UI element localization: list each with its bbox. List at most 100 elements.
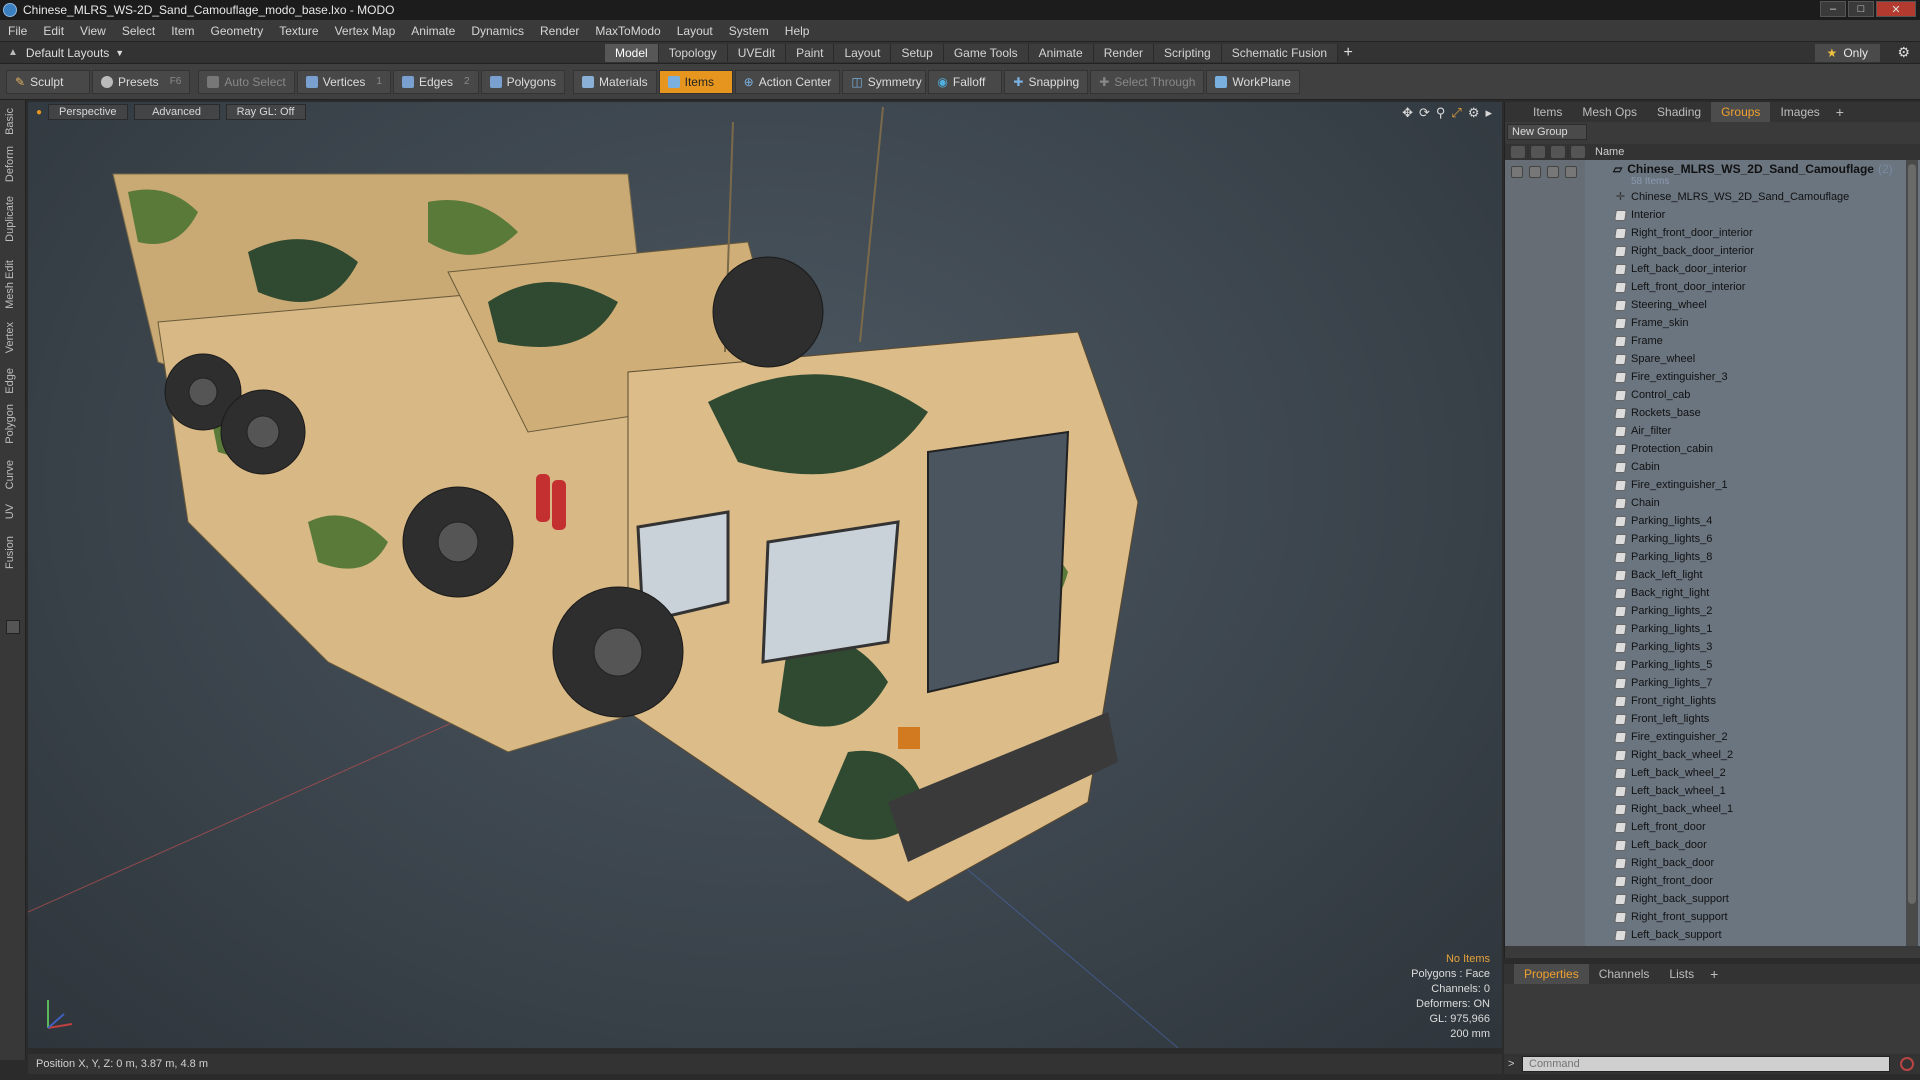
viewport-menu-dot[interactable]: ● <box>36 107 42 118</box>
name-column-header[interactable]: Name <box>1595 146 1624 158</box>
tree-item[interactable]: Interior <box>1585 206 1902 224</box>
presets-button[interactable]: Presets F6 <box>92 69 191 94</box>
left-tab-vertex[interactable]: Vertex <box>4 322 16 353</box>
view-type-button[interactable]: Perspective <box>48 104 128 120</box>
tab-shading[interactable]: Shading <box>1647 102 1711 122</box>
menu-layout[interactable]: Layout <box>669 24 721 38</box>
tree-item[interactable]: Right_back_support <box>1585 890 1902 908</box>
tree-item[interactable]: Right_back_wheel_2 <box>1585 746 1902 764</box>
shading-mode-button[interactable]: Advanced <box>133 104 220 120</box>
layout-lock-icon[interactable]: ▲ <box>8 47 18 58</box>
tree-item[interactable]: Left_front_door_interior <box>1585 278 1902 296</box>
tree-item[interactable]: Fire_extinguisher_1 <box>1585 476 1902 494</box>
pan-icon[interactable]: ✥ <box>1402 105 1413 121</box>
eye-icon[interactable] <box>1511 166 1523 178</box>
select-icon[interactable] <box>1565 166 1577 178</box>
tab-channels[interactable]: Channels <box>1589 964 1660 984</box>
left-panel-toggle[interactable] <box>6 620 20 634</box>
left-tab-basic[interactable]: Basic <box>4 108 16 135</box>
gear-icon[interactable]: ⚙ <box>1897 44 1910 61</box>
left-tab-fusion[interactable]: Fusion <box>4 536 16 569</box>
left-tab-mesh-edit[interactable]: Mesh Edit <box>4 260 16 309</box>
tab-uvedit[interactable]: UVEdit <box>727 44 787 62</box>
tree-item[interactable]: Right_back_door_interior <box>1585 242 1902 260</box>
scrollbar-thumb[interactable] <box>1908 164 1916 904</box>
tab-layout[interactable]: Layout <box>834 44 892 62</box>
new-group-button[interactable]: New Group <box>1507 124 1587 140</box>
tree-item[interactable]: Right_front_support <box>1585 908 1902 926</box>
add-properties-tab-icon[interactable]: + <box>1704 966 1724 982</box>
tab-lists[interactable]: Lists <box>1659 964 1704 984</box>
tree-item[interactable]: Parking_lights_2 <box>1585 602 1902 620</box>
auto-select-button[interactable]: Auto Select <box>198 69 295 94</box>
tab-mesh-ops[interactable]: Mesh Ops <box>1572 102 1647 122</box>
group-row[interactable]: ▱ Chinese_MLRS_WS_2D_Sand_Camouflage (2) <box>1585 162 1902 176</box>
tree-item[interactable]: Parking_lights_8 <box>1585 548 1902 566</box>
menu-system[interactable]: System <box>721 24 777 38</box>
tab-images[interactable]: Images <box>1770 102 1829 122</box>
menu-file[interactable]: File <box>0 24 35 38</box>
tree-item[interactable]: Parking_lights_6 <box>1585 530 1902 548</box>
menu-render[interactable]: Render <box>532 24 587 38</box>
items-button[interactable]: Items <box>658 69 733 94</box>
sculpt-button[interactable]: ✎ Sculpt <box>6 69 90 94</box>
tree-item[interactable]: Parking_lights_3 <box>1585 638 1902 656</box>
tree-item[interactable]: Fire_extinguisher_2 <box>1585 728 1902 746</box>
tree-item[interactable]: Left_back_support <box>1585 926 1902 944</box>
eye-column-icon[interactable] <box>1511 146 1525 158</box>
tab-items[interactable]: Items <box>1523 102 1572 122</box>
tree-item[interactable]: Left_front_door <box>1585 818 1902 836</box>
select-through-button[interactable]: ✚ Select Through <box>1090 69 1205 94</box>
tab-properties[interactable]: Properties <box>1514 964 1589 984</box>
tree-item[interactable]: Left_back_wheel_2 <box>1585 764 1902 782</box>
tab-topology[interactable]: Topology <box>658 44 728 62</box>
left-tab-edge[interactable]: Edge <box>4 368 16 394</box>
menu-texture[interactable]: Texture <box>271 24 326 38</box>
only-button[interactable]: ★ Only <box>1814 44 1880 62</box>
tab-scripting[interactable]: Scripting <box>1154 44 1222 62</box>
tree-item[interactable]: Right_back_wheel_1 <box>1585 800 1902 818</box>
tree-item[interactable]: Back_left_light <box>1585 566 1902 584</box>
tree-item[interactable]: Chain <box>1585 494 1902 512</box>
select-column-icon[interactable] <box>1571 146 1585 158</box>
menu-edit[interactable]: Edit <box>35 24 72 38</box>
tab-animate[interactable]: Animate <box>1028 44 1094 62</box>
add-tab-icon[interactable]: + <box>1338 44 1358 62</box>
tree-item[interactable]: Parking_lights_7 <box>1585 674 1902 692</box>
edges-button[interactable]: Edges 2 <box>392 69 479 94</box>
tree-item[interactable]: Left_back_wheel_1 <box>1585 782 1902 800</box>
fit-icon[interactable]: ⤢ <box>1451 105 1461 121</box>
menu-geometry[interactable]: Geometry <box>203 24 272 38</box>
left-tab-uv[interactable]: UV <box>4 504 16 519</box>
symmetry-button[interactable]: ◫ Symmetry <box>842 69 927 94</box>
menu-view[interactable]: View <box>72 24 114 38</box>
polygons-button[interactable]: Polygons <box>480 69 565 94</box>
action-center-button[interactable]: ⊕ Action Center <box>734 69 841 94</box>
snapping-button[interactable]: ✚ Snapping <box>1004 69 1089 94</box>
menu-vertex-map[interactable]: Vertex Map <box>327 24 404 38</box>
vertices-button[interactable]: Vertices 1 <box>296 69 391 94</box>
tree-item[interactable]: Left_back_door <box>1585 836 1902 854</box>
render-column-icon[interactable] <box>1531 146 1545 158</box>
menu-item[interactable]: Item <box>163 24 202 38</box>
tree-item[interactable]: Rockets_base <box>1585 404 1902 422</box>
tree-item[interactable]: Steering_wheel <box>1585 296 1902 314</box>
tab-render[interactable]: Render <box>1093 44 1155 62</box>
maximize-button[interactable]: □ <box>1848 1 1874 17</box>
close-button[interactable]: ✕ <box>1876 1 1916 17</box>
menu-dynamics[interactable]: Dynamics <box>463 24 532 38</box>
tree-item[interactable]: Cabin <box>1585 458 1902 476</box>
tree-item[interactable]: Parking_lights_4 <box>1585 512 1902 530</box>
tree-item[interactable]: Left_back_door_interior <box>1585 260 1902 278</box>
tree-item[interactable]: Right_back_door <box>1585 854 1902 872</box>
tree-item[interactable]: Air_filter <box>1585 422 1902 440</box>
tree-item[interactable]: Parking_lights_1 <box>1585 620 1902 638</box>
viewport-gear-icon[interactable]: ⚙ <box>1468 105 1480 121</box>
tree-scrollbar[interactable] <box>1906 160 1918 946</box>
tab-model[interactable]: Model <box>605 44 659 62</box>
zoom-icon[interactable]: ⚲ <box>1436 105 1446 121</box>
viewport-expand-icon[interactable]: ▸ <box>1485 105 1492 121</box>
tree-item[interactable]: Control_cab <box>1585 386 1902 404</box>
tree-item[interactable]: Right_front_door <box>1585 872 1902 890</box>
left-tab-polygon[interactable]: Polygon <box>4 404 16 444</box>
